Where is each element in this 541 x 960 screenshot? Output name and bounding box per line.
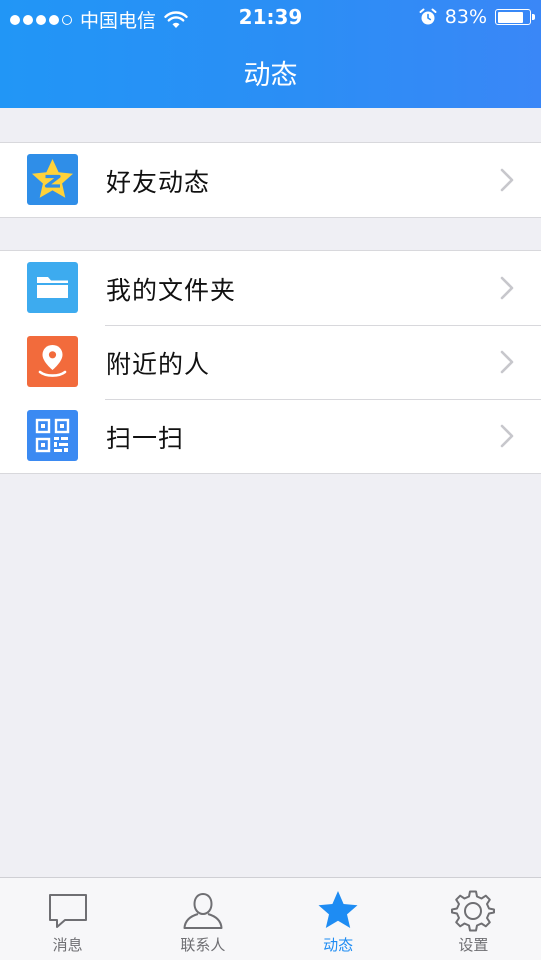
menu-item-scan[interactable]: 扫一扫 (0, 399, 541, 473)
chevron-right-icon (500, 276, 514, 300)
star-icon (318, 891, 358, 928)
location-pin-icon (27, 336, 78, 387)
chevron-right-icon (500, 424, 514, 448)
header: 中国电信 21:39 83% 动态 (0, 0, 541, 108)
app-screen: 中国电信 21:39 83% 动态 好友动态 我的文件夹 附近的人 扫一扫 消息… (0, 0, 541, 960)
chevron-right-icon (500, 350, 514, 374)
gear-icon (451, 890, 496, 932)
alarm-clock-icon (419, 8, 437, 25)
tab-label: 设置 (458, 936, 489, 954)
qr-code-icon (27, 410, 78, 461)
menu-item-label: 我的文件夹 (106, 276, 237, 305)
nav-bar: 动态 (0, 36, 541, 108)
tab-contacts[interactable]: 联系人 (135, 878, 270, 960)
menu-item-label: 附近的人 (106, 350, 211, 379)
contact-person-icon (183, 892, 223, 929)
page-title: 动态 (243, 60, 298, 91)
status-bar: 中国电信 21:39 83% (0, 0, 541, 36)
battery-icon (495, 9, 535, 25)
menu-item-label: 扫一扫 (106, 424, 185, 453)
menu-group-friends: 好友动态 (0, 142, 541, 218)
menu-group-tools: 我的文件夹 附近的人 扫一扫 (0, 250, 541, 474)
menu-item-friend-feed[interactable]: 好友动态 (0, 143, 541, 217)
tab-label: 动态 (323, 936, 354, 954)
tab-label: 联系人 (180, 936, 226, 954)
tab-messages[interactable]: 消息 (0, 878, 135, 960)
folder-icon (27, 262, 78, 313)
menu-item-label: 好友动态 (106, 168, 211, 197)
menu-item-my-folder[interactable]: 我的文件夹 (0, 251, 541, 325)
menu-item-nearby-people[interactable]: 附近的人 (0, 325, 541, 399)
status-right: 83% (419, 6, 535, 28)
tab-bar: 消息 联系人 动态 设置 (0, 877, 541, 960)
chevron-right-icon (500, 168, 514, 192)
battery-percent: 83% (444, 6, 487, 28)
battery-fill (497, 11, 524, 23)
tab-label: 消息 (52, 936, 83, 954)
tab-feed[interactable]: 动态 (271, 878, 406, 960)
chat-bubble-icon (48, 894, 87, 928)
qzone-star-icon (27, 154, 78, 205)
tab-settings[interactable]: 设置 (406, 878, 541, 960)
